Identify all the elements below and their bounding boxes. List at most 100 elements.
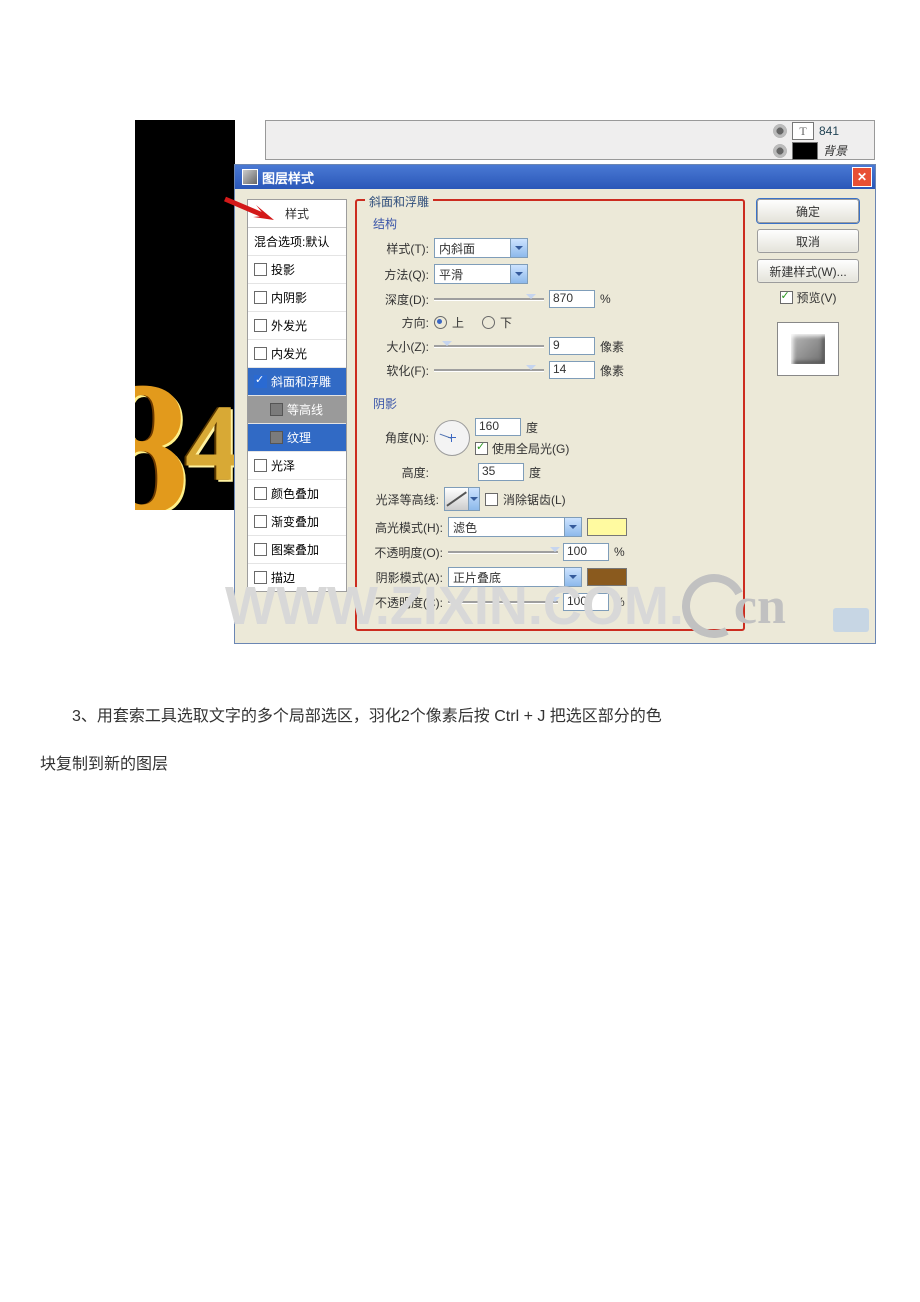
checkbox[interactable] xyxy=(254,263,267,276)
checkbox[interactable] xyxy=(254,319,267,332)
highlight-opacity-input[interactable]: 100 xyxy=(563,543,609,561)
checkbox[interactable] xyxy=(254,515,267,528)
unit: 像素 xyxy=(600,362,624,379)
highlight-color-swatch[interactable] xyxy=(587,518,627,536)
angle-input[interactable]: 160 xyxy=(475,418,521,436)
style-row-satin[interactable]: 光泽 xyxy=(248,452,346,480)
checkbox[interactable] xyxy=(254,543,267,556)
unit: 度 xyxy=(529,464,541,481)
antialias-label: 消除锯齿(L) xyxy=(503,491,566,508)
label-angle: 角度(N): xyxy=(369,429,429,446)
direction-down-radio[interactable] xyxy=(482,316,495,329)
unit: % xyxy=(614,545,625,559)
ok-button[interactable]: 确定 xyxy=(757,199,859,223)
preview-glyph: 4 xyxy=(185,380,235,507)
label-altitude: 高度: xyxy=(369,464,429,481)
label-highlight-opacity: 不透明度(O): xyxy=(369,544,443,561)
unit: % xyxy=(600,292,611,306)
angle-control[interactable] xyxy=(434,420,470,456)
contour-select[interactable] xyxy=(444,487,480,511)
radio-label: 上 xyxy=(452,314,464,331)
tutorial-step-text-cont: 块复制到新的图层 xyxy=(0,748,920,782)
layer-name[interactable]: 背景 xyxy=(823,142,847,159)
global-light-label: 使用全局光(G) xyxy=(492,440,569,457)
antialias-checkbox[interactable] xyxy=(485,493,498,506)
depth-input[interactable]: 870 xyxy=(549,290,595,308)
soften-slider[interactable] xyxy=(434,363,544,377)
preview-glyph: 8 xyxy=(135,340,190,510)
style-row-outerglow[interactable]: 外发光 xyxy=(248,312,346,340)
checkbox[interactable] xyxy=(270,403,283,416)
label-soften: 软化(F): xyxy=(369,362,429,379)
label-direction: 方向: xyxy=(369,314,429,331)
style-row-pattern[interactable]: 图案叠加 xyxy=(248,536,346,564)
checkbox[interactable] xyxy=(254,291,267,304)
preview-checkbox[interactable] xyxy=(780,291,793,304)
cancel-button[interactable]: 取消 xyxy=(757,229,859,253)
method-select[interactable]: 平滑 xyxy=(434,264,528,284)
label-size: 大小(Z): xyxy=(369,338,429,355)
style-row-gradient[interactable]: 渐变叠加 xyxy=(248,508,346,536)
checkbox[interactable] xyxy=(254,375,267,388)
style-row-coloroverlay[interactable]: 颜色叠加 xyxy=(248,480,346,508)
style-row-contour[interactable]: 等高线 xyxy=(248,396,346,424)
checkbox[interactable] xyxy=(270,431,283,444)
dialog-titlebar[interactable]: 图层样式 ✕ xyxy=(235,165,875,189)
document-preview: 8 4 xyxy=(135,120,235,510)
soften-input[interactable]: 14 xyxy=(549,361,595,379)
group-shading: 阴影 xyxy=(373,395,731,412)
tutorial-step-text: 3、用套索工具选取文字的多个局部选区，羽化2个像素后按 Ctrl + J 把选区… xyxy=(0,700,920,734)
layer-thumbnail-bg[interactable] xyxy=(793,143,817,159)
new-style-button[interactable]: 新建样式(W)... xyxy=(757,259,859,283)
style-row-innershadow[interactable]: 内阴影 xyxy=(248,284,346,312)
unit: 度 xyxy=(526,419,538,436)
size-slider[interactable] xyxy=(434,339,544,353)
style-preview-thumb xyxy=(777,322,839,376)
visibility-icon[interactable] xyxy=(773,124,787,138)
chevron-down-icon[interactable] xyxy=(510,239,527,257)
layer-style-dialog: 图层样式 ✕ 样式 混合选项:默认 投影 内阴影 外发光 内发光 斜面和浮雕 等… xyxy=(235,165,875,643)
depth-slider[interactable] xyxy=(434,292,544,306)
style-select[interactable]: 内斜面 xyxy=(434,238,528,258)
app-icon xyxy=(243,170,257,184)
layer-thumbnail-text[interactable]: T xyxy=(793,123,813,139)
panel-title: 斜面和浮雕 xyxy=(365,193,433,210)
visibility-icon[interactable] xyxy=(773,144,787,158)
label-gloss: 光泽等高线: xyxy=(369,491,439,508)
chevron-down-icon[interactable] xyxy=(468,488,479,510)
watermark-badge xyxy=(833,608,869,632)
chevron-down-icon[interactable] xyxy=(564,518,581,536)
group-structure: 结构 xyxy=(373,215,731,232)
label-highlight-mode: 高光模式(H): xyxy=(369,519,443,536)
label-method: 方法(Q): xyxy=(369,266,429,283)
styles-list: 样式 混合选项:默认 投影 内阴影 外发光 内发光 斜面和浮雕 等高线 纹理 光… xyxy=(247,199,347,592)
figure-screenshot: T 841 背景 8 4 图层样式 ✕ xyxy=(135,120,875,640)
style-row-blending[interactable]: 混合选项:默认 xyxy=(248,228,346,256)
label-depth: 深度(D): xyxy=(369,291,429,308)
preview-label: 预览(V) xyxy=(797,289,837,306)
highlight-opacity-slider[interactable] xyxy=(448,545,558,559)
dialog-title: 图层样式 xyxy=(262,168,314,187)
global-light-checkbox[interactable] xyxy=(475,442,488,455)
checkbox[interactable] xyxy=(254,347,267,360)
layers-panel: T 841 背景 xyxy=(265,120,875,160)
highlight-mode-select[interactable]: 滤色 xyxy=(448,517,582,537)
style-row-innerglow[interactable]: 内发光 xyxy=(248,340,346,368)
direction-up-radio[interactable] xyxy=(434,316,447,329)
watermark: WWW.ZIXIN.COM. cn xyxy=(225,574,786,638)
checkbox[interactable] xyxy=(254,459,267,472)
bevel-settings-panel: 斜面和浮雕 结构 样式(T): 内斜面 方法(Q): 平滑 深度(D): xyxy=(355,199,745,631)
label-style: 样式(T): xyxy=(369,240,429,257)
styles-header[interactable]: 样式 xyxy=(248,200,346,228)
style-row-dropshadow[interactable]: 投影 xyxy=(248,256,346,284)
unit: 像素 xyxy=(600,338,624,355)
close-button[interactable]: ✕ xyxy=(853,168,871,186)
chevron-down-icon[interactable] xyxy=(510,265,527,283)
style-row-texture[interactable]: 纹理 xyxy=(248,424,346,452)
checkbox[interactable] xyxy=(254,487,267,500)
style-row-bevel[interactable]: 斜面和浮雕 xyxy=(248,368,346,396)
layer-name[interactable]: 841 xyxy=(819,124,839,138)
radio-label: 下 xyxy=(500,314,512,331)
size-input[interactable]: 9 xyxy=(549,337,595,355)
altitude-input[interactable]: 35 xyxy=(478,463,524,481)
